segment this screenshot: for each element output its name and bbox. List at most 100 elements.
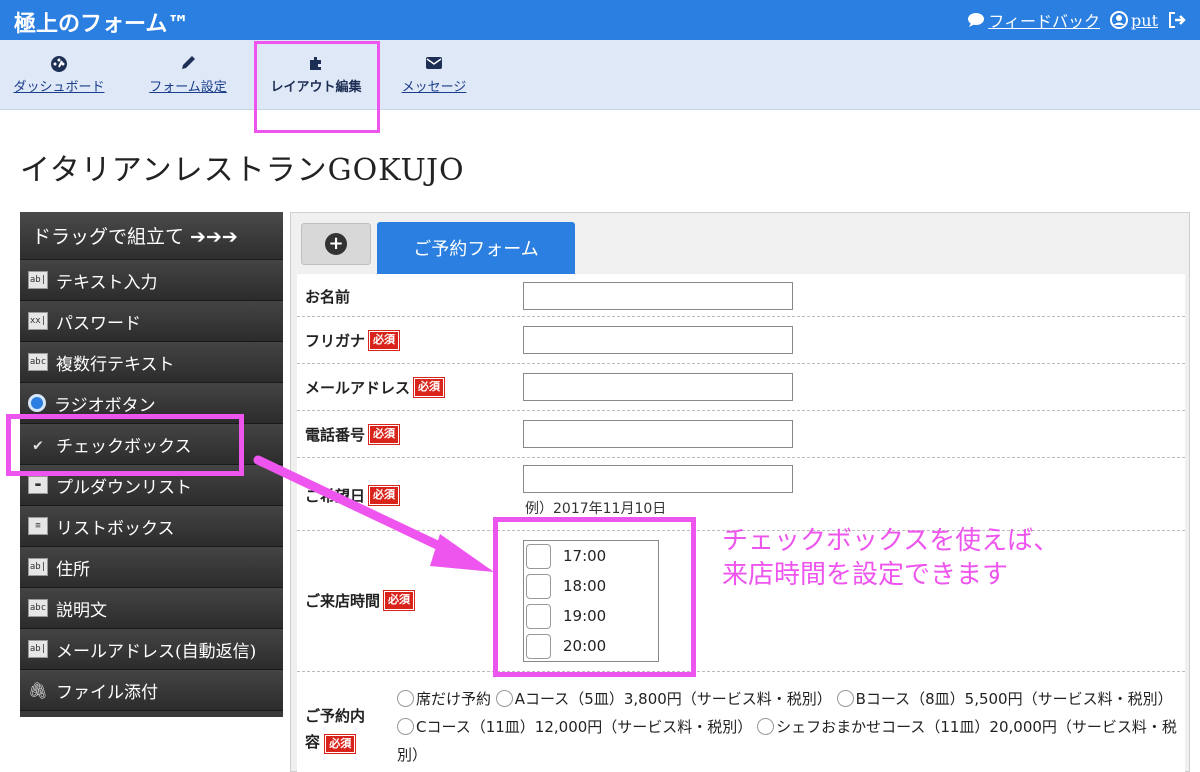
text-field-icon: ab| <box>28 271 48 289</box>
course-radio-group: 席だけ予約 Aコース（5皿）3,800円（サービス料・税別） Bコース（8皿）5… <box>397 685 1177 769</box>
app-title: 極上のフォーム™ <box>14 12 190 37</box>
radio-button[interactable] <box>397 718 414 735</box>
feedback-link[interactable]: フィードバック <box>967 8 1100 32</box>
palette-item-label: プルダウンリスト <box>56 477 192 498</box>
course-option-label: Aコース（5皿）3,800円（サービス料・税別） <box>514 690 832 708</box>
textarea-icon: abc <box>28 599 48 617</box>
form-tabs: + ご予約フォーム <box>291 213 1191 274</box>
nav-messages[interactable]: メッセージ <box>392 54 476 104</box>
logout-icon[interactable] <box>1168 11 1188 29</box>
radio-button[interactable] <box>836 690 854 707</box>
listbox-icon: ≡ <box>28 517 48 535</box>
nav-label-dashboard: ダッシュボード <box>13 80 105 95</box>
field-row-course[interactable]: ご予約内 容 必須 席だけ予約 Aコース（5皿）3,800円（サービス料・税別）… <box>297 673 1185 772</box>
envelope-icon <box>426 57 442 69</box>
pencil-icon <box>182 56 195 69</box>
required-badge: 必須 <box>324 733 357 755</box>
field-row-kana[interactable]: フリガナ 必須 <box>297 318 1185 364</box>
email-input[interactable] <box>523 373 793 401</box>
field-label-name: お名前 <box>305 286 350 307</box>
radio-button[interactable] <box>757 718 775 735</box>
palette-item-label: メールアドレス(自動返信) <box>56 641 257 662</box>
nav-label-form-settings: フォーム設定 <box>149 80 227 95</box>
user-link[interactable]: put <box>1110 11 1158 30</box>
field-label-text: 電話番号 <box>305 426 366 444</box>
palette-item-textarea[interactable]: abc 複数行テキスト <box>20 342 283 383</box>
palette-item-label: 複数行テキスト <box>56 354 175 375</box>
field-label-text: ご希望日 <box>305 487 366 505</box>
palette-item-label: ラジオボタン <box>54 395 156 416</box>
text-field-icon: ab| <box>28 640 48 658</box>
field-row-name[interactable]: お名前 <box>297 274 1185 317</box>
field-label-text: メールアドレス <box>305 379 411 397</box>
field-label-date: ご希望日 必須 <box>305 485 401 506</box>
radio-icon <box>28 394 46 412</box>
kana-input[interactable] <box>523 326 793 354</box>
highlight-time-options <box>493 517 696 677</box>
textarea-icon: abc <box>28 353 48 371</box>
palette-item-file[interactable]: 🖇 ファイル添付 <box>20 670 283 711</box>
palette-item-password[interactable]: xx| パスワード <box>20 301 283 342</box>
required-badge: 必須 <box>368 485 401 506</box>
palette-item-label: 住所 <box>56 559 90 580</box>
palette-item-listbox[interactable]: ≡ リストボックス <box>20 506 283 547</box>
form-body: お名前 フリガナ 必須 メールアドレス 必須 電話番号 必須 ご希望日 必須 例… <box>297 274 1185 772</box>
field-label-kana: フリガナ 必須 <box>305 330 401 351</box>
feedback-label[interactable]: フィードバック <box>988 8 1100 32</box>
required-badge: 必須 <box>383 590 416 611</box>
dashboard-icon <box>51 56 67 72</box>
plus-circle-icon: + <box>325 233 347 255</box>
top-right-links: フィードバック put <box>967 8 1188 32</box>
course-option[interactable]: Bコース（8皿）5,500円（サービス料・税別） <box>836 690 1173 708</box>
tab-reservation-form[interactable]: ご予約フォーム <box>377 222 575 274</box>
user-icon <box>1110 11 1129 29</box>
required-badge: 必須 <box>368 424 401 445</box>
field-label-text: 容 <box>305 733 321 751</box>
field-row-email[interactable]: メールアドレス 必須 <box>297 365 1185 411</box>
field-row-date[interactable]: ご希望日 必須 例）2017年11月10日 <box>297 459 1185 531</box>
annotation-line: 来店時間を設定できます <box>722 560 1009 590</box>
top-bar: 極上のフォーム™ フィードバック put <box>0 0 1200 40</box>
main-nav: ダッシュボード フォーム設定 レイアウト編集 メッセージ <box>0 40 1200 110</box>
add-form-tab-button[interactable]: + <box>301 223 371 265</box>
course-option-label: Cコース（11皿）12,000円（サービス料・税別） <box>416 718 753 736</box>
course-option[interactable]: Cコース（11皿）12,000円（サービス料・税別） <box>397 718 752 736</box>
field-label-time: ご来店時間 必須 <box>305 590 416 611</box>
field-row-phone[interactable]: 電話番号 必須 <box>297 412 1185 458</box>
palette-item-address[interactable]: ab| 住所 <box>20 547 283 588</box>
field-label-text: ご予約内 <box>305 707 366 725</box>
course-option-label: 席だけ予約 <box>416 690 492 708</box>
field-label-text: お名前 <box>305 288 351 306</box>
text-field-icon: ab| <box>28 558 48 576</box>
required-badge: 必須 <box>368 330 401 351</box>
field-label-email: メールアドレス 必須 <box>305 377 446 398</box>
field-label-phone: 電話番号 必須 <box>305 424 401 445</box>
palette-item-text-input[interactable]: ab| テキスト入力 <box>20 260 283 301</box>
nav-form-settings[interactable]: フォーム設定 <box>138 54 238 104</box>
date-input[interactable] <box>523 465 793 493</box>
phone-input[interactable] <box>523 420 793 448</box>
page-title: イタリアンレストランGOKUJO <box>20 153 465 188</box>
required-badge: 必須 <box>413 377 446 398</box>
radio-button[interactable] <box>397 690 414 707</box>
palette-header: ドラッグで組立て ➔➔➔ <box>20 212 283 260</box>
palette-item-email-autoreply[interactable]: ab| メールアドレス(自動返信) <box>20 629 283 670</box>
form-editor: + ご予約フォーム お名前 フリガナ 必須 メールアドレス 必須 電話番号 必須… <box>290 212 1190 772</box>
nav-dashboard[interactable]: ダッシュボード <box>2 54 116 104</box>
user-label[interactable]: put <box>1131 11 1158 30</box>
annotation-line: チェックボックスを使えば、 <box>722 526 1060 556</box>
palette-item-label: テキスト入力 <box>56 272 158 293</box>
course-option[interactable]: Aコース（5皿）3,800円（サービス料・税別） <box>495 690 832 708</box>
speech-bubble-icon <box>968 13 985 27</box>
nav-label-messages: メッセージ <box>401 80 467 95</box>
name-input[interactable] <box>523 282 793 310</box>
palette-item-label: 説明文 <box>56 600 107 621</box>
field-label-course: ご予約内 容 必須 <box>305 703 385 755</box>
paperclip-icon: 🖇 <box>27 680 49 700</box>
date-hint: 例）2017年11月10日 <box>525 501 667 517</box>
highlight-checkbox-item <box>6 414 244 476</box>
palette-item-label: リストボックス <box>56 518 175 539</box>
radio-button[interactable] <box>495 690 513 707</box>
course-option[interactable]: 席だけ予約 <box>397 690 491 708</box>
palette-item-description[interactable]: abc 説明文 <box>20 588 283 629</box>
